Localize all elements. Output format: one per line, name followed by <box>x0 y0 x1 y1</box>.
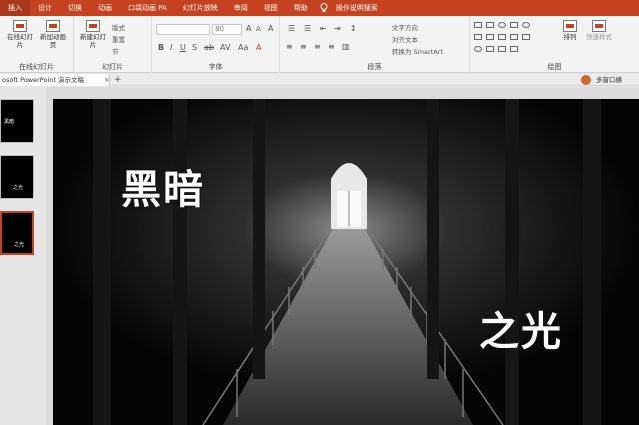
align-right-icon[interactable]: ≡ <box>314 42 321 51</box>
tab-help[interactable]: 帮助 <box>286 0 316 16</box>
tab-design[interactable]: 设计 <box>30 0 60 16</box>
document-tab-strip: osoft PowerPoint 演示文稿 × + 多窗口横 <box>0 74 639 86</box>
slide-thumbnail-3[interactable]: 之光 <box>0 211 34 255</box>
slide-canvas[interactable]: 黑暗 之光 <box>53 99 639 425</box>
slide-thumbnail-1[interactable]: 黑暗 <box>0 99 34 143</box>
ribbon: 在线幻灯片 新加动画页 在线幻灯片 新建幻灯片 版式 重置 节 幻灯片 80 A… <box>0 16 639 73</box>
drawing-group-label: 绘图 <box>547 63 562 71</box>
italic-button[interactable]: I <box>170 43 172 52</box>
settings-gear-icon[interactable] <box>581 75 591 85</box>
slide-title-light[interactable]: 之光 <box>479 299 563 357</box>
rectangle-shape-icon[interactable] <box>474 22 482 28</box>
change-case-button[interactable]: Aa <box>238 43 248 52</box>
shadow-button[interactable]: S <box>192 43 197 52</box>
bracket-shape-icon[interactable] <box>510 34 518 40</box>
slide-title-dark[interactable]: 黑暗 <box>121 157 205 215</box>
lightbulb-icon <box>320 3 328 12</box>
slides-online-group: 在线幻灯片 新加动画页 在线幻灯片 <box>0 16 74 73</box>
animation-page-icon <box>46 20 60 32</box>
tab-slideshow[interactable]: 幻灯片放映 <box>175 0 226 16</box>
grow-font-icon[interactable]: A <box>246 24 251 33</box>
paragraph-group: ☰ ☰ ⇤ ⇥ ↕ ≡ ≡ ≡ ≡ ▥ 文字方向 对齐文本 转换为 SmartA… <box>280 16 470 73</box>
align-text-button[interactable]: 对齐文本 <box>392 34 418 44</box>
arrange-icon <box>563 20 577 32</box>
justify-icon[interactable]: ≡ <box>328 42 335 51</box>
ribbon-tab-bar: 插入 设计 切换 动画 口袋动画 PA 幻灯片放映 审阅 视图 帮助 操作说明搜… <box>0 0 639 16</box>
cathedral-background-image <box>53 99 639 425</box>
numbering-icon[interactable]: ☰ <box>304 24 311 33</box>
slide-thumbnail-panel: 黑暗 之光 之光 <box>0 87 46 425</box>
quick-styles-button[interactable]: 快速样式 <box>584 20 614 41</box>
tab-pocket-animation[interactable]: 口袋动画 PA <box>120 0 175 16</box>
cloud-shape-icon[interactable] <box>486 46 494 52</box>
char-spacing-button[interactable]: AV <box>220 43 230 52</box>
tab-transitions[interactable]: 切换 <box>60 0 90 16</box>
decrease-indent-icon[interactable]: ⇤ <box>320 24 327 33</box>
tell-me-search[interactable]: 操作说明搜索 <box>328 0 386 16</box>
connector-shape-icon[interactable] <box>498 34 506 40</box>
thumbnail-title: 之光 <box>13 185 24 191</box>
strikethrough-button[interactable]: ab <box>204 43 214 52</box>
slideshow-icon <box>13 20 27 32</box>
slides-group-label: 幻灯片 <box>102 63 123 71</box>
slide-editor: 黑暗 之光 <box>46 87 639 425</box>
oval-shape-icon[interactable] <box>498 22 506 28</box>
tab-review[interactable]: 审阅 <box>226 0 256 16</box>
align-center-icon[interactable]: ≡ <box>300 42 307 51</box>
underline-button[interactable]: U <box>180 43 186 52</box>
shrink-font-icon[interactable]: A <box>256 25 261 33</box>
slide-thumbnail-2[interactable]: 之光 <box>0 155 34 199</box>
textbox-shape-icon[interactable] <box>486 22 494 28</box>
new-tab-button[interactable]: + <box>114 74 122 86</box>
font-group-label: 字体 <box>208 63 223 71</box>
shapes-gallery[interactable] <box>472 20 552 56</box>
section-button[interactable]: 节 <box>112 46 119 56</box>
quick-styles-icon <box>592 20 606 32</box>
online-group-label: 在线幻灯片 <box>19 63 54 71</box>
arrow-shape-icon[interactable] <box>486 34 494 40</box>
layout-button[interactable]: 版式 <box>112 22 125 32</box>
multi-window-label[interactable]: 多窗口横 <box>596 74 622 86</box>
text-direction-button[interactable]: 文字方向 <box>392 22 418 32</box>
heart-shape-icon[interactable] <box>474 46 482 52</box>
font-color-button[interactable]: A <box>256 43 261 52</box>
new-slide-icon <box>86 20 100 32</box>
triangle-shape-icon[interactable] <box>474 34 482 40</box>
tab-insert[interactable]: 插入 <box>0 0 30 16</box>
bold-button[interactable]: B <box>158 43 164 52</box>
star-outline-icon[interactable] <box>510 46 518 52</box>
new-slide-button[interactable]: 新建幻灯片 <box>80 20 106 49</box>
line-spacing-icon[interactable]: ↕ <box>350 24 357 33</box>
reset-button[interactable]: 重置 <box>112 34 125 44</box>
document-tab[interactable]: osoft PowerPoint 演示文稿 <box>0 74 110 86</box>
font-group: 80 A A A B I U S ab AV Aa A 字体 <box>152 16 280 73</box>
convert-smartart-button[interactable]: 转换为 SmartArt <box>392 46 443 56</box>
circle-shape-icon[interactable] <box>522 22 530 28</box>
brace-shape-icon[interactable] <box>498 46 506 52</box>
tab-animations[interactable]: 动画 <box>90 0 120 16</box>
online-slideshow-button[interactable]: 在线幻灯片 <box>6 20 34 49</box>
increase-indent-icon[interactable]: ⇥ <box>334 24 341 33</box>
clear-format-icon[interactable]: A <box>268 24 273 33</box>
square-shape-icon[interactable] <box>510 22 518 28</box>
star-shape-icon[interactable] <box>522 34 530 40</box>
add-animation-page-button[interactable]: 新加动画页 <box>38 20 68 49</box>
close-tab-icon[interactable]: × <box>104 74 110 86</box>
arrange-button[interactable]: 排列 <box>560 20 580 41</box>
paragraph-group-label: 段落 <box>367 63 382 71</box>
align-left-icon[interactable]: ≡ <box>286 42 293 51</box>
thumbnail-title: 黑暗 <box>4 119 15 125</box>
font-size-box[interactable]: 80 <box>212 24 242 35</box>
font-name-box[interactable] <box>156 24 210 35</box>
slides-group: 新建幻灯片 版式 重置 节 幻灯片 <box>74 16 152 73</box>
thumbnail-title: 之光 <box>14 242 25 248</box>
bullets-icon[interactable]: ☰ <box>288 24 295 33</box>
columns-icon[interactable]: ▥ <box>342 42 350 51</box>
tab-view[interactable]: 视图 <box>256 0 286 16</box>
